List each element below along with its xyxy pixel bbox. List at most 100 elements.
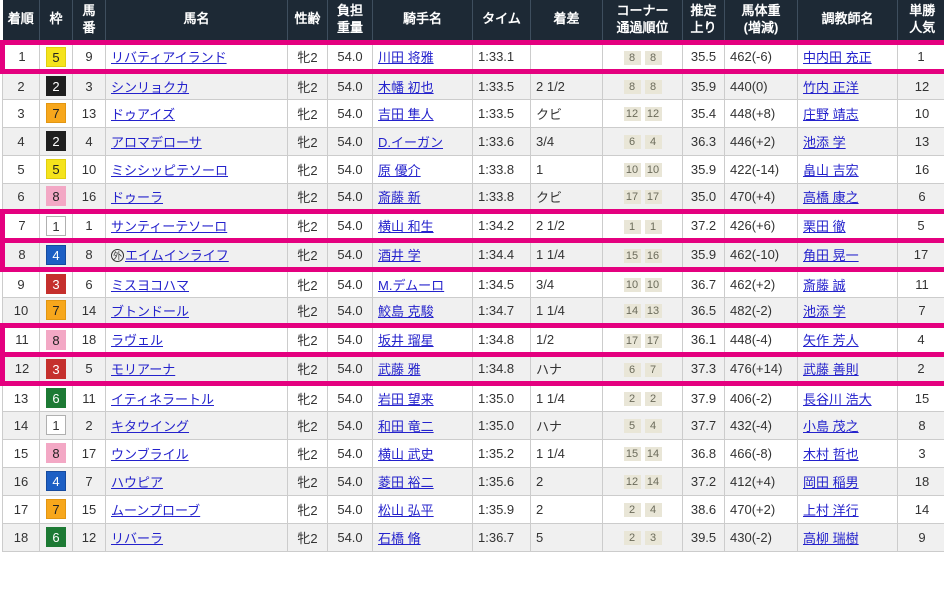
win-popularity-cell: 8 <box>898 411 944 439</box>
jockey-link[interactable]: 横山 和生 <box>378 219 434 234</box>
time-cell: 1:34.8 <box>473 354 531 383</box>
col-header-pos: 着順 <box>3 0 40 42</box>
trainer-link[interactable]: 武藤 善則 <box>803 362 859 377</box>
horse-name-link[interactable]: ムーンプローブ <box>111 503 200 518</box>
horse-name-link[interactable]: ミシシッピテソーロ <box>111 163 228 178</box>
horse-name-link[interactable]: シンリョクカ <box>111 80 189 95</box>
finish-position-cell: 5 <box>3 155 40 183</box>
frame-number-badge: 5 <box>46 47 66 67</box>
jockey-link[interactable]: 石橋 脩 <box>378 531 421 546</box>
trainer-link[interactable]: 庄野 靖志 <box>803 107 859 122</box>
result-row: 10714ブトンドール牝254.0鮫島 克駿1:34.71 1/4141336.… <box>3 297 944 325</box>
jockey-link[interactable]: 横山 武史 <box>378 447 434 462</box>
horse-name-link[interactable]: ドゥーラ <box>111 190 163 205</box>
corner-order-cell: 1214 <box>603 467 683 495</box>
jockey-link[interactable]: D.イーガン <box>378 135 443 150</box>
horse-name-link[interactable]: モリアーナ <box>111 362 175 377</box>
finish-position-cell: 16 <box>3 467 40 495</box>
trainer-link[interactable]: 小島 茂之 <box>803 419 859 434</box>
trainer-link[interactable]: 池添 学 <box>803 304 846 319</box>
horse-name-link[interactable]: ミスヨコハマ <box>111 278 189 293</box>
horse-name-link[interactable]: キタウイング <box>111 419 189 434</box>
frame-number-cell: 8 <box>40 183 73 211</box>
jockey-link[interactable]: 坂井 瑠星 <box>378 333 434 348</box>
trainer-link[interactable]: 上村 洋行 <box>803 503 859 518</box>
corner-position-chip: 17 <box>645 334 662 348</box>
horse-name-link[interactable]: アロマデローサ <box>111 135 202 150</box>
jockey-link[interactable]: 木幡 初也 <box>378 80 434 95</box>
jockey-link[interactable]: 岩田 望来 <box>378 392 434 407</box>
jockey-cell: 和田 竜二 <box>373 411 473 439</box>
frame-number-badge: 7 <box>46 300 66 320</box>
sex-age-cell: 牝2 <box>288 297 328 325</box>
col-header-jockey: 騎手名 <box>373 0 473 42</box>
trainer-link[interactable]: 角田 晃一 <box>803 248 859 263</box>
corner-position-chip: 15 <box>624 447 641 461</box>
body-weight-cell: 426(+6) <box>725 211 798 240</box>
trainer-link[interactable]: 岡田 稲男 <box>803 475 859 490</box>
jockey-link[interactable]: 和田 竜二 <box>378 419 434 434</box>
jockey-cell: 武藤 雅 <box>373 354 473 383</box>
jockey-link[interactable]: 武藤 雅 <box>378 362 421 377</box>
jockey-link[interactable]: 斎藤 新 <box>378 190 421 205</box>
horse-name-link[interactable]: ブトンドール <box>111 304 189 319</box>
horse-name-cell: イティネラートル <box>106 383 288 411</box>
jockey-cell: 菱田 裕二 <box>373 467 473 495</box>
corner-position-chip: 3 <box>645 531 662 545</box>
frame-number-cell: 7 <box>40 99 73 127</box>
trainer-link[interactable]: 竹内 正洋 <box>803 80 859 95</box>
trainer-link[interactable]: 畠山 吉宏 <box>803 163 859 178</box>
last-3f-cell: 35.5 <box>683 42 725 71</box>
result-row: 5510ミシシッピテソーロ牝254.0原 優介1:33.81101035.942… <box>3 155 944 183</box>
horse-name-link[interactable]: サンティーテソーロ <box>111 219 227 234</box>
horse-name-link[interactable]: ウンブライル <box>111 447 189 462</box>
jockey-link[interactable]: 川田 将雅 <box>378 50 434 65</box>
frame-number-cell: 1 <box>40 411 73 439</box>
frame-number-cell: 3 <box>40 354 73 383</box>
horse-name-link[interactable]: ラヴェル <box>111 333 163 348</box>
trainer-link[interactable]: 斎藤 誠 <box>803 278 846 293</box>
trainer-link[interactable]: 高柳 瑞樹 <box>803 531 859 546</box>
trainer-cell: 矢作 芳人 <box>798 325 898 354</box>
jockey-link[interactable]: 鮫島 克駿 <box>378 304 434 319</box>
horse-name-link[interactable]: ドゥアイズ <box>111 107 175 122</box>
time-cell: 1:34.7 <box>473 297 531 325</box>
body-weight-cell: 470(+2) <box>725 495 798 523</box>
trainer-link[interactable]: 高橋 康之 <box>803 190 859 205</box>
finish-position-cell: 12 <box>3 354 40 383</box>
win-popularity-cell: 11 <box>898 269 944 297</box>
jockey-link[interactable]: 酒井 学 <box>378 248 421 263</box>
sex-age-cell: 牝2 <box>288 155 328 183</box>
trainer-link[interactable]: 栗田 徹 <box>803 219 846 234</box>
result-row: 18612リバーラ牝254.0石橋 脩1:36.752339.5430(-2)高… <box>3 523 944 551</box>
frame-number-cell: 8 <box>40 439 73 467</box>
jockey-link[interactable]: 菱田 裕二 <box>378 475 434 490</box>
corner-position-chip: 8 <box>624 51 641 65</box>
win-popularity-cell: 1 <box>898 42 944 71</box>
finish-position-cell: 6 <box>3 183 40 211</box>
frame-number-cell: 2 <box>40 71 73 99</box>
horse-name-link[interactable]: リバティアイランド <box>111 50 227 65</box>
jockey-link[interactable]: M.デムーロ <box>378 278 444 293</box>
result-row: 711サンティーテソーロ牝254.0横山 和生1:34.22 1/21137.2… <box>3 211 944 240</box>
frame-number-cell: 6 <box>40 383 73 411</box>
jockey-cell: 酒井 学 <box>373 240 473 269</box>
corner-position-chip: 7 <box>645 363 662 377</box>
horse-name-link[interactable]: ハウピア <box>111 475 163 490</box>
horse-name-link[interactable]: リバーラ <box>111 531 163 546</box>
jockey-link[interactable]: 松山 弘平 <box>378 503 434 518</box>
result-row: 1412キタウイング牝254.0和田 竜二1:35.0ハナ5437.7432(-… <box>3 411 944 439</box>
trainer-link[interactable]: 矢作 芳人 <box>803 333 859 348</box>
horse-name-link[interactable]: エイムインライフ <box>125 248 229 263</box>
jockey-link[interactable]: 吉田 隼人 <box>378 107 434 122</box>
trainer-link[interactable]: 長谷川 浩大 <box>803 392 872 407</box>
trainer-link[interactable]: 池添 学 <box>803 135 846 150</box>
horse-name-link[interactable]: イティネラートル <box>111 392 214 407</box>
corner-position-chip: 10 <box>645 278 662 292</box>
trainer-link[interactable]: 中内田 充正 <box>803 50 872 65</box>
jockey-cell: 川田 将雅 <box>373 42 473 71</box>
col-header-margin: 着差 <box>531 0 603 42</box>
trainer-link[interactable]: 木村 哲也 <box>803 447 859 462</box>
jockey-link[interactable]: 原 優介 <box>378 163 421 178</box>
jockey-cell: M.デムーロ <box>373 269 473 297</box>
